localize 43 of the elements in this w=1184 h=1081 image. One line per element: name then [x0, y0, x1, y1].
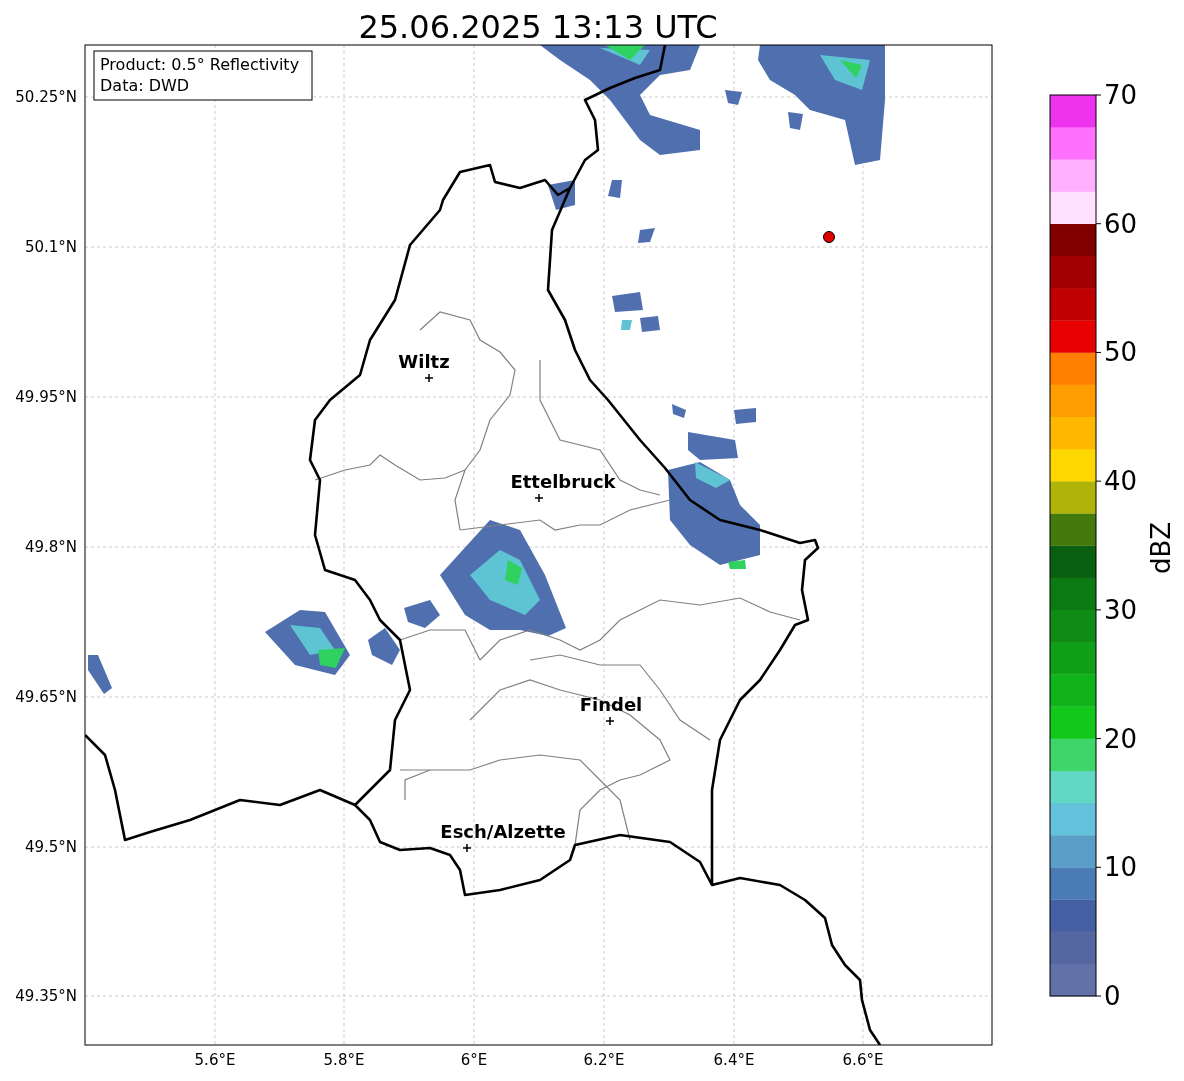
longitude-label: 5.8°E	[323, 1051, 365, 1069]
city-marker	[462, 843, 472, 853]
colorbar-tick-label: 40	[1104, 466, 1138, 497]
city-label: Wiltz	[398, 351, 450, 372]
longitude-label: 6.2°E	[583, 1051, 625, 1069]
radar-echo	[608, 180, 622, 198]
longitude-label: 6.6°E	[842, 1051, 884, 1069]
colorbar-tick-label: 20	[1104, 723, 1138, 754]
longitude-label: 6°E	[460, 1051, 488, 1069]
radar-echo	[548, 180, 575, 210]
city-label: Findel	[579, 694, 643, 715]
colorbar-label: dBZ	[1146, 521, 1176, 575]
colorbar-tick-label: 30	[1104, 594, 1138, 625]
latitude-label: 49.8°N	[24, 538, 77, 556]
city-label: Esch/Alzette	[440, 821, 566, 842]
info-text: Data: DWD	[100, 76, 190, 95]
radar-echo	[88, 655, 112, 694]
latitude-label: 49.35°N	[15, 987, 77, 1005]
radar-echo	[688, 432, 738, 460]
latitude-label: 50.25°N	[15, 88, 77, 106]
city-marker	[605, 716, 615, 726]
radar-echo	[672, 404, 686, 418]
colorbar-tick-label: 70	[1104, 80, 1138, 110]
radar-echo	[638, 228, 655, 243]
longitude-label: 5.6°E	[194, 1051, 236, 1069]
city-marker	[534, 493, 544, 503]
colorbar-tick-label: 50	[1104, 337, 1138, 368]
radar-echo	[725, 90, 742, 105]
colorbar-tick-label: 0	[1104, 981, 1121, 1011]
longitude-label: 6.4°E	[713, 1051, 755, 1069]
radar-echo	[734, 408, 756, 424]
colorbar-tick-label: 10	[1104, 852, 1138, 883]
latitude-label: 50.1°N	[24, 238, 77, 256]
latitude-label: 49.65°N	[15, 688, 77, 706]
latitude-label: 49.5°N	[24, 838, 77, 856]
map-title: 25.06.2025 13:13 UTC	[358, 8, 718, 46]
info-text: Product: 0.5° Reflectivity	[100, 55, 300, 74]
radar-echo	[368, 628, 400, 665]
city-marker	[424, 373, 434, 383]
radar-site-marker	[823, 231, 835, 243]
latitude-label: 49.95°N	[15, 388, 77, 406]
colorbar-tick-label: 60	[1104, 208, 1138, 239]
city-label: Ettelbruck	[510, 471, 616, 492]
